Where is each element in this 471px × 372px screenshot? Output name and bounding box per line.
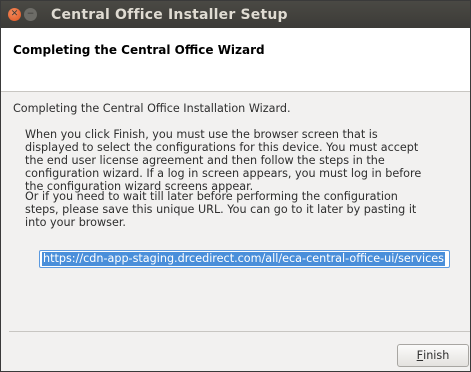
save-url-paragraph: Or if you need to wait till later before… <box>25 190 465 229</box>
page-title: Completing the Central Office Wizard <box>13 43 265 57</box>
footer-divider <box>9 331 470 332</box>
intro-text: Completing the Central Office Installati… <box>13 102 291 115</box>
save-url-line: steps, please save this unique URL. You … <box>25 203 417 216</box>
window-title: Central Office Installer Setup <box>51 6 288 23</box>
instructions-line: When you click Finish, you must use the … <box>25 128 378 141</box>
close-icon[interactable]: ✕ <box>8 8 21 21</box>
save-url-line: into your browser. <box>25 216 126 229</box>
instructions-line: configuration wizard. If a log in screen… <box>25 167 422 180</box>
finish-button[interactable]: Finish <box>397 344 469 367</box>
instructions-line: the end user license agreement and then … <box>25 154 385 167</box>
url-field[interactable]: https://cdn-app-staging.drcedirect.com/a… <box>39 250 450 268</box>
save-url-line: Or if you need to wait till later before… <box>25 190 398 203</box>
wizard-header: Completing the Central Office Wizard <box>1 28 470 92</box>
minimize-icon[interactable]: − <box>24 8 37 21</box>
url-selected-text[interactable]: https://cdn-app-staging.drcedirect.com/a… <box>42 252 445 266</box>
instructions-line: displayed to select the configurations f… <box>25 141 419 154</box>
finish-label: inish <box>423 349 450 362</box>
wizard-content: Completing the Central Office Installati… <box>1 92 470 330</box>
title-bar[interactable]: ✕ − Central Office Installer Setup <box>1 1 470 28</box>
instructions-paragraph: When you click Finish, you must use the … <box>25 128 465 193</box>
installer-window: ✕ − Central Office Installer Setup Compl… <box>0 0 471 372</box>
